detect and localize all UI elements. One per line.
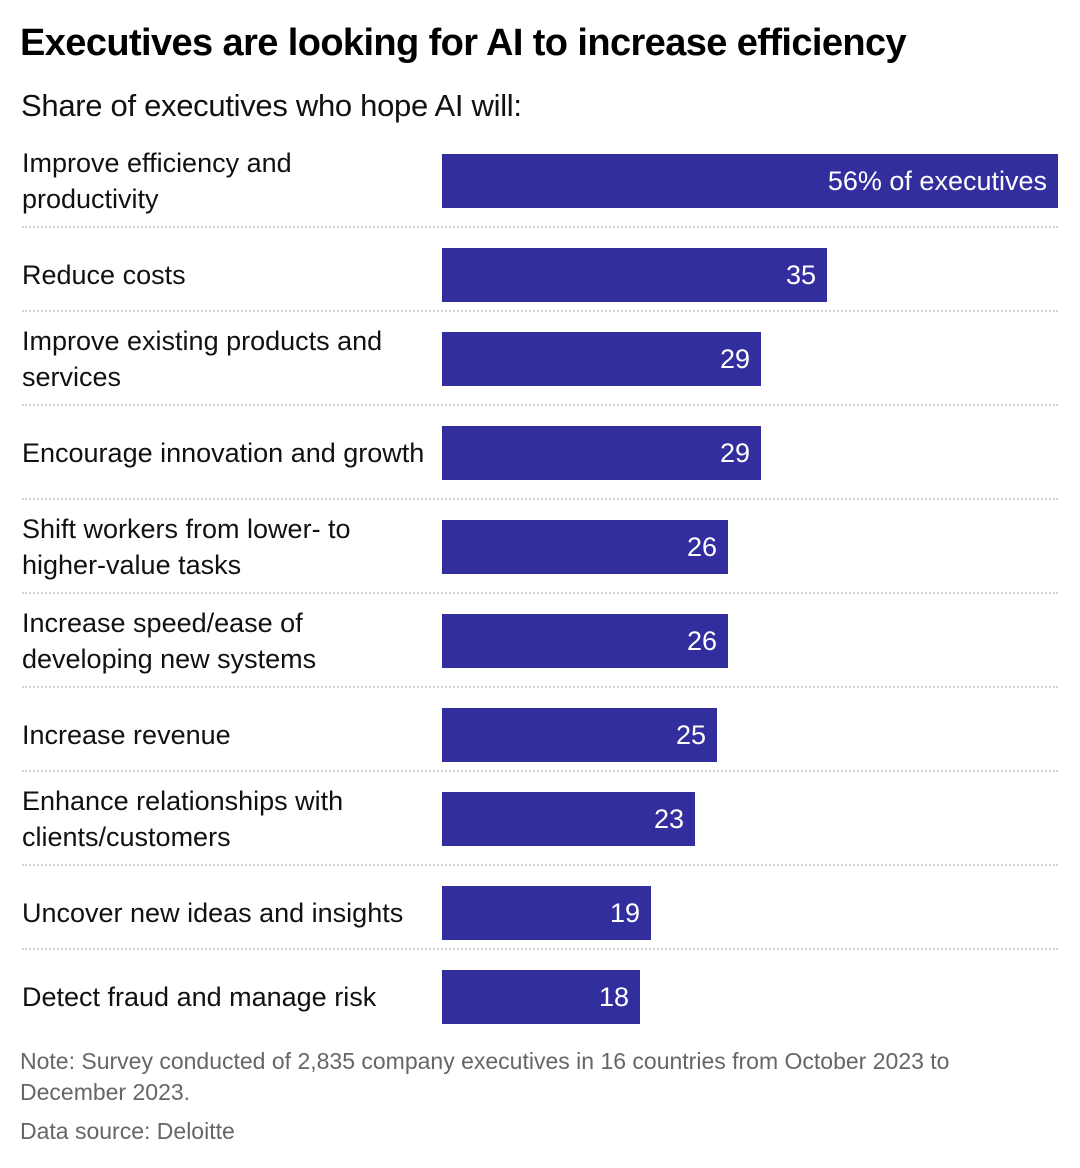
bar: 29 (442, 332, 761, 386)
category-label: Detect fraud and manage risk (22, 982, 377, 1012)
row-separator (22, 404, 1058, 406)
bar: 35 (442, 248, 827, 302)
data-label: 26 (686, 532, 717, 562)
row-separator (22, 310, 1058, 312)
data-label: 35 (785, 260, 816, 290)
bar: 26 (442, 614, 728, 668)
row-separator (22, 498, 1058, 500)
data-label: 26 (686, 626, 717, 656)
category-label: Increase revenue (22, 720, 231, 750)
bar: 26 (442, 520, 728, 574)
row-separator (22, 864, 1058, 866)
row-separator (22, 686, 1058, 688)
category-label: Enhance relationships with clients/custo… (22, 786, 344, 852)
category-label: Improve existing products and services (22, 326, 383, 392)
bar: 56% of executives (442, 154, 1058, 208)
bar: 23 (442, 792, 695, 846)
bar-chart: Improve efficiency and productivity 56% o… (0, 0, 1080, 1030)
data-label: 23 (653, 804, 684, 834)
row-separator (22, 226, 1058, 228)
category-label: Uncover new ideas and insights (22, 898, 404, 928)
data-label: 25 (675, 720, 706, 750)
data-label: 29 (719, 344, 750, 374)
category-label: Increase speed/ease of developing new sy… (22, 608, 317, 674)
chart-note: Note: Survey conducted of 2,835 company … (20, 1048, 950, 1105)
bar: 18 (442, 970, 640, 1024)
category-label: Reduce costs (22, 260, 186, 290)
row-separator (22, 592, 1058, 594)
row-separator (22, 770, 1058, 772)
bar: 19 (442, 886, 651, 940)
data-label: 56% of executives (827, 166, 1047, 196)
bar: 25 (442, 708, 717, 762)
data-label: 18 (598, 982, 629, 1012)
category-label: Shift workers from lower- to higher-valu… (22, 514, 351, 580)
data-label: 19 (609, 898, 640, 928)
data-label: 29 (719, 438, 750, 468)
category-label: Encourage innovation and growth (22, 438, 425, 468)
data-source: Data source: Deloitte (20, 1118, 235, 1144)
category-label: Improve efficiency and productivity (22, 148, 292, 214)
bar: 29 (442, 426, 761, 480)
row-separator (22, 948, 1058, 950)
